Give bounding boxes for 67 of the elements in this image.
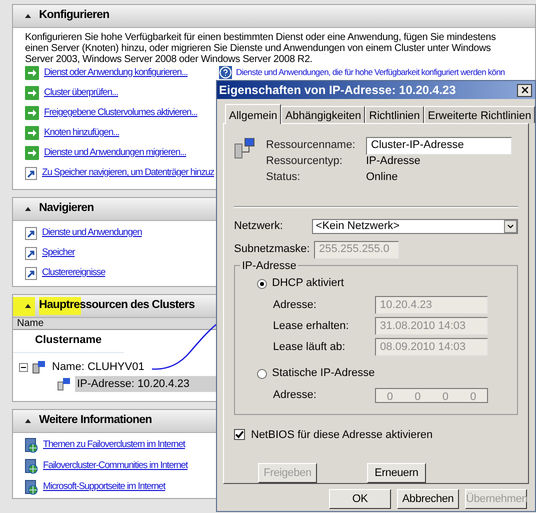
collapse-caret-icon[interactable]	[25, 207, 31, 211]
link[interactable]: Dienste und Anwendungen	[42, 226, 142, 240]
link[interactable]: Knoten hinzufügen...	[44, 126, 120, 140]
field-label: Adresse:	[273, 388, 318, 403]
highlighter-mark	[13, 297, 35, 316]
field-label: Ressourcentyp:	[266, 154, 344, 170]
tab[interactable]: Richtlinien	[365, 106, 424, 123]
text-field[interactable]: Cluster-IP-Adresse	[366, 136, 512, 154]
link[interactable]: Dienste und Anwendungen, die für hohe Verfügbarkeit konfiguriert werden könn	[236, 66, 505, 78]
tab[interactable]: Erweiterte Richtlinien	[424, 106, 536, 123]
dropdown-button[interactable]	[504, 220, 517, 233]
field-label: Status:	[266, 170, 302, 186]
collapse-caret-icon[interactable]	[25, 419, 31, 423]
section-title: Weitere Informationen	[39, 413, 152, 428]
shortcut-icon	[25, 226, 37, 240]
link[interactable]: Themen zu Failoverclustern im Internet	[43, 438, 185, 452]
field-label: Lease erhalten:	[273, 318, 350, 334]
group-heading: Clustername	[13, 330, 124, 352]
link[interactable]: Zu Speicher navigieren, um Datenträger hinzuz	[42, 166, 214, 180]
dialog-button[interactable]: Erneuern	[367, 463, 426, 483]
server-icon	[32, 360, 46, 374]
collapse-caret-icon[interactable]	[25, 304, 31, 308]
field-label: Subnetzmaske:	[234, 242, 311, 258]
link[interactable]: Clusterereignisse	[42, 266, 106, 280]
dialog-button[interactable]: OK	[329, 489, 391, 509]
radio-button[interactable]	[257, 278, 267, 288]
radio-label: Statische IP-Adresse	[272, 366, 375, 382]
collapse-caret-icon[interactable]	[25, 14, 31, 18]
network-resource-icon	[234, 138, 256, 160]
section-title: Navigieren	[39, 201, 94, 216]
field-label: Lease läuft ab:	[273, 340, 346, 355]
radio-button[interactable]	[257, 368, 267, 378]
shortcut-icon	[25, 166, 37, 180]
link[interactable]: Dienst oder Anwendung konfigurieren...	[44, 66, 188, 80]
window-title: Eigenschaften von IP-Adresse: 10.20.4.23	[219, 82, 456, 99]
dialog-button[interactable]: Abbrechen	[397, 489, 459, 509]
network-resource-icon	[57, 378, 71, 390]
shortcut-icon	[25, 246, 37, 260]
link[interactable]: Microsoft-Supportseite im Internet	[43, 480, 166, 494]
globe-page-icon	[25, 480, 38, 494]
checkbox-label: NetBIOS für diese Adresse aktivieren	[251, 428, 433, 442]
link[interactable]: Failovercluster-Communities im Internet	[43, 458, 188, 474]
tab[interactable]: Abhängigkeiten	[281, 106, 366, 123]
collapse-icon[interactable]	[19, 362, 28, 372]
field-label: Netzwerk:	[234, 219, 284, 234]
field-value: IP-Adresse	[366, 154, 420, 170]
close-button[interactable]	[517, 84, 532, 96]
network-dropdown[interactable]: <Kein Netzwerk>	[312, 218, 518, 234]
close-icon	[520, 85, 530, 95]
shortcut-icon	[25, 266, 37, 280]
link[interactable]: Cluster überprüfen...	[44, 86, 118, 100]
field-value: Online	[366, 170, 398, 186]
help-icon	[219, 66, 232, 78]
tree-item[interactable]: Name: CLUHYV01	[50, 358, 146, 376]
link[interactable]: Freigegebene Clustervolumes aktivieren...	[44, 106, 198, 120]
description-text: Konfigurieren Sie hohe Verfügbarkeit für einen bestimmten Dienst oder eine Anwendung, fügen Sie mindestens einen Server (Knoten) hinzu, oder migrieren Sie Dienste und Anwendungen von einem Cluster unter Windows Server 2003, Windows Server 2008 oder Windows Server 2008 R2.	[25, 32, 497, 65]
globe-page-icon	[25, 458, 38, 474]
field-label: Ressourcenname:	[266, 138, 356, 154]
radio-label: DHCP aktiviert	[272, 276, 344, 292]
globe-page-icon	[25, 438, 38, 452]
link[interactable]: Dienste und Anwendungen migrieren...	[44, 146, 186, 160]
tab[interactable]: Allgemein	[225, 104, 282, 124]
section-title: Konfigurieren	[39, 8, 110, 24]
field-label: Adresse:	[273, 298, 318, 313]
checkbox[interactable]	[234, 429, 245, 440]
link[interactable]: Speicher	[42, 246, 75, 260]
section-header[interactable]: Konfigurieren	[13, 5, 535, 28]
